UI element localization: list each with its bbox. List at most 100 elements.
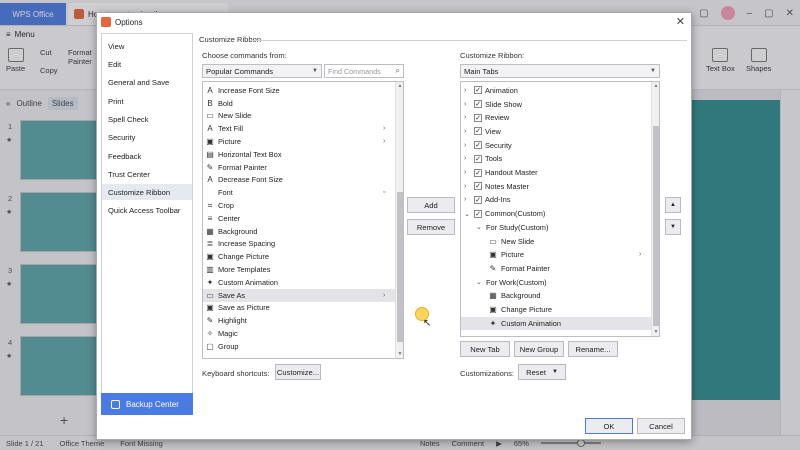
chevron-right-icon[interactable]: ›	[464, 101, 472, 108]
ribbon-tree-item[interactable]: ▭ New Slide	[461, 235, 651, 248]
chevron-down-icon[interactable]: ⌄	[476, 223, 484, 231]
new-tab-button[interactable]: New Tab	[460, 341, 510, 357]
ribbon-tree-item[interactable]: › ✓ Security	[461, 139, 651, 152]
ribbon-tree-item[interactable]: › ✓ Slide Show	[461, 98, 651, 111]
ribbon-tree-item[interactable]: › ✓ View	[461, 125, 651, 138]
ribbon-tree-item[interactable]: ✦ Custom Animation	[461, 316, 651, 330]
command-item[interactable]: ≣ Increase Spacing	[203, 238, 395, 251]
ribbon-tree-item[interactable]: › ✓ Notes Master	[461, 180, 651, 193]
chevron-right-icon[interactable]: ›	[464, 128, 472, 135]
move-up-button[interactable]: ▲	[665, 197, 681, 213]
scroll-down-icon[interactable]: ▼	[652, 328, 659, 336]
nav-security[interactable]: Security	[102, 129, 192, 145]
command-item[interactable]: A Decrease Font Size	[203, 174, 395, 187]
tab-checkbox[interactable]: ✓	[474, 141, 482, 150]
command-item[interactable]: ▭ New Slide	[203, 110, 395, 123]
tab-checkbox[interactable]: ✓	[474, 168, 482, 177]
ribbon-tabs-tree[interactable]: ▲ ▼ › ✓ Animation › ✓ Slide Show › ✓ Review › ✓ Vie…	[460, 81, 660, 337]
ribbon-tree-item[interactable]: ✎ Format Painter	[461, 262, 651, 275]
scroll-down-icon[interactable]: ▼	[396, 350, 403, 358]
nav-general-save[interactable]: General and Save	[102, 74, 192, 90]
command-label: More Templates	[218, 265, 271, 275]
add-button[interactable]: Add	[407, 197, 455, 213]
nav-quick-access-toolbar[interactable]: Quick Access Toolbar	[102, 202, 192, 218]
command-item[interactable]: ▣ Picture ›	[203, 135, 395, 148]
command-item[interactable]: A Text Fill ›	[203, 122, 395, 135]
commands-scrollbar[interactable]: ▲ ▼	[395, 82, 403, 358]
ribbon-tree-item[interactable]: ⌄ For Work(Custom)	[461, 276, 651, 289]
command-item[interactable]: ✎ Highlight	[203, 314, 395, 327]
chevron-right-icon[interactable]: ›	[464, 142, 472, 149]
tab-checkbox[interactable]: ✓	[474, 195, 482, 204]
command-item[interactable]: ✎ Format Painter	[203, 161, 395, 174]
chevron-down-icon[interactable]: ⌄	[476, 278, 484, 286]
scroll-thumb[interactable]	[653, 126, 659, 326]
tab-checkbox[interactable]: ✓	[474, 113, 482, 122]
nav-trust-center[interactable]: Trust Center	[102, 166, 192, 182]
ok-button[interactable]: OK	[585, 418, 633, 434]
chevron-right-icon[interactable]: ›	[464, 87, 472, 94]
chevron-right-icon[interactable]: ›	[464, 169, 472, 176]
chevron-down-icon[interactable]: ⌄	[464, 210, 472, 218]
tabs-scrollbar[interactable]: ▲ ▼	[651, 82, 659, 336]
ribbon-tree-item[interactable]: ▣ Change Picture	[461, 303, 651, 316]
customize-ribbon-select[interactable]: Main Tabs ▼	[460, 64, 660, 78]
scroll-up-icon[interactable]: ▲	[396, 82, 403, 90]
customize-shortcuts-button[interactable]: Customize...	[275, 364, 321, 380]
ribbon-tree-item[interactable]: ▣ Picture ›	[461, 248, 651, 261]
nav-feedback[interactable]: Feedback	[102, 148, 192, 164]
command-item[interactable]: ✦ Custom Animation	[203, 276, 395, 289]
backup-center-button[interactable]: Backup Center	[101, 393, 193, 415]
tab-checkbox[interactable]: ✓	[474, 127, 482, 136]
tab-checkbox[interactable]: ✓	[474, 100, 482, 109]
rename-button[interactable]: Rename...	[568, 341, 618, 357]
command-item[interactable]: ✧ Magic	[203, 327, 395, 340]
scroll-up-icon[interactable]: ▲	[652, 82, 659, 90]
tab-checkbox[interactable]: ✓	[474, 209, 482, 218]
find-commands-input[interactable]: Find Commands ⌕	[324, 64, 404, 78]
scroll-thumb[interactable]	[397, 192, 403, 342]
chevron-right-icon[interactable]: ›	[464, 155, 472, 162]
chevron-right-icon[interactable]: ›	[464, 196, 472, 203]
ribbon-tree-item[interactable]: › ✓ Animation	[461, 84, 651, 97]
command-item[interactable]: ▣ Change Picture	[203, 250, 395, 263]
tab-checkbox[interactable]: ✓	[474, 182, 482, 191]
backup-icon	[111, 399, 120, 409]
command-item[interactable]: ▥ More Templates	[203, 263, 395, 276]
command-item[interactable]: ≡ Center	[203, 212, 395, 225]
commands-list[interactable]: ▲ ▼ A Increase Font Size B Bold ▭ New Slide A T…	[202, 81, 404, 359]
tab-checkbox[interactable]: ✓	[474, 86, 482, 95]
reset-button[interactable]: Reset ▼	[518, 364, 566, 380]
command-item[interactable]: ▦ Background	[203, 225, 395, 238]
move-down-button[interactable]: ▼	[665, 219, 681, 235]
command-item[interactable]: ▭ Save As ›	[203, 288, 395, 302]
nav-edit[interactable]: Edit	[102, 56, 192, 72]
chevron-right-icon[interactable]: ›	[464, 183, 472, 190]
ribbon-tree-item[interactable]: › ✓ Add-Ins	[461, 194, 651, 207]
ribbon-tree-item[interactable]: ⌄ For Study(Custom)	[461, 221, 651, 234]
close-icon[interactable]: ✕	[676, 15, 685, 28]
nav-view[interactable]: View	[102, 38, 192, 54]
command-item[interactable]: ▤ Horizontal Text Box	[203, 148, 395, 161]
ribbon-tree-item[interactable]: › ✓ Tools	[461, 153, 651, 166]
remove-button[interactable]: Remove	[407, 219, 455, 235]
new-group-button[interactable]: New Group	[514, 341, 564, 357]
command-item[interactable]: ▢ Group	[203, 340, 395, 353]
ribbon-tree-item[interactable]: ⌄ ✓ Common(Custom)	[461, 207, 651, 220]
command-item[interactable]: Font ▫	[203, 186, 395, 199]
chevron-right-icon[interactable]: ›	[464, 114, 472, 121]
command-item[interactable]: ⌗ Crop	[203, 199, 395, 212]
choose-commands-select[interactable]: Popular Commands ▼	[202, 64, 322, 78]
command-item[interactable]: B Bold	[203, 97, 395, 110]
command-item[interactable]: A Increase Font Size	[203, 84, 395, 97]
cancel-button[interactable]: Cancel	[637, 418, 685, 434]
tab-checkbox[interactable]: ✓	[474, 154, 482, 163]
nav-customize-ribbon[interactable]: Customize Ribbon	[102, 184, 192, 200]
ribbon-tree-label: Tools	[485, 154, 503, 164]
nav-spell-check[interactable]: Spell Check	[102, 111, 192, 127]
ribbon-tree-item[interactable]: › ✓ Review	[461, 111, 651, 124]
ribbon-tree-item[interactable]: › ✓ Handout Master	[461, 166, 651, 179]
nav-print[interactable]: Print	[102, 93, 192, 109]
command-item[interactable]: ▣ Save as Picture	[203, 302, 395, 315]
ribbon-tree-item[interactable]: ▦ Background	[461, 290, 651, 303]
